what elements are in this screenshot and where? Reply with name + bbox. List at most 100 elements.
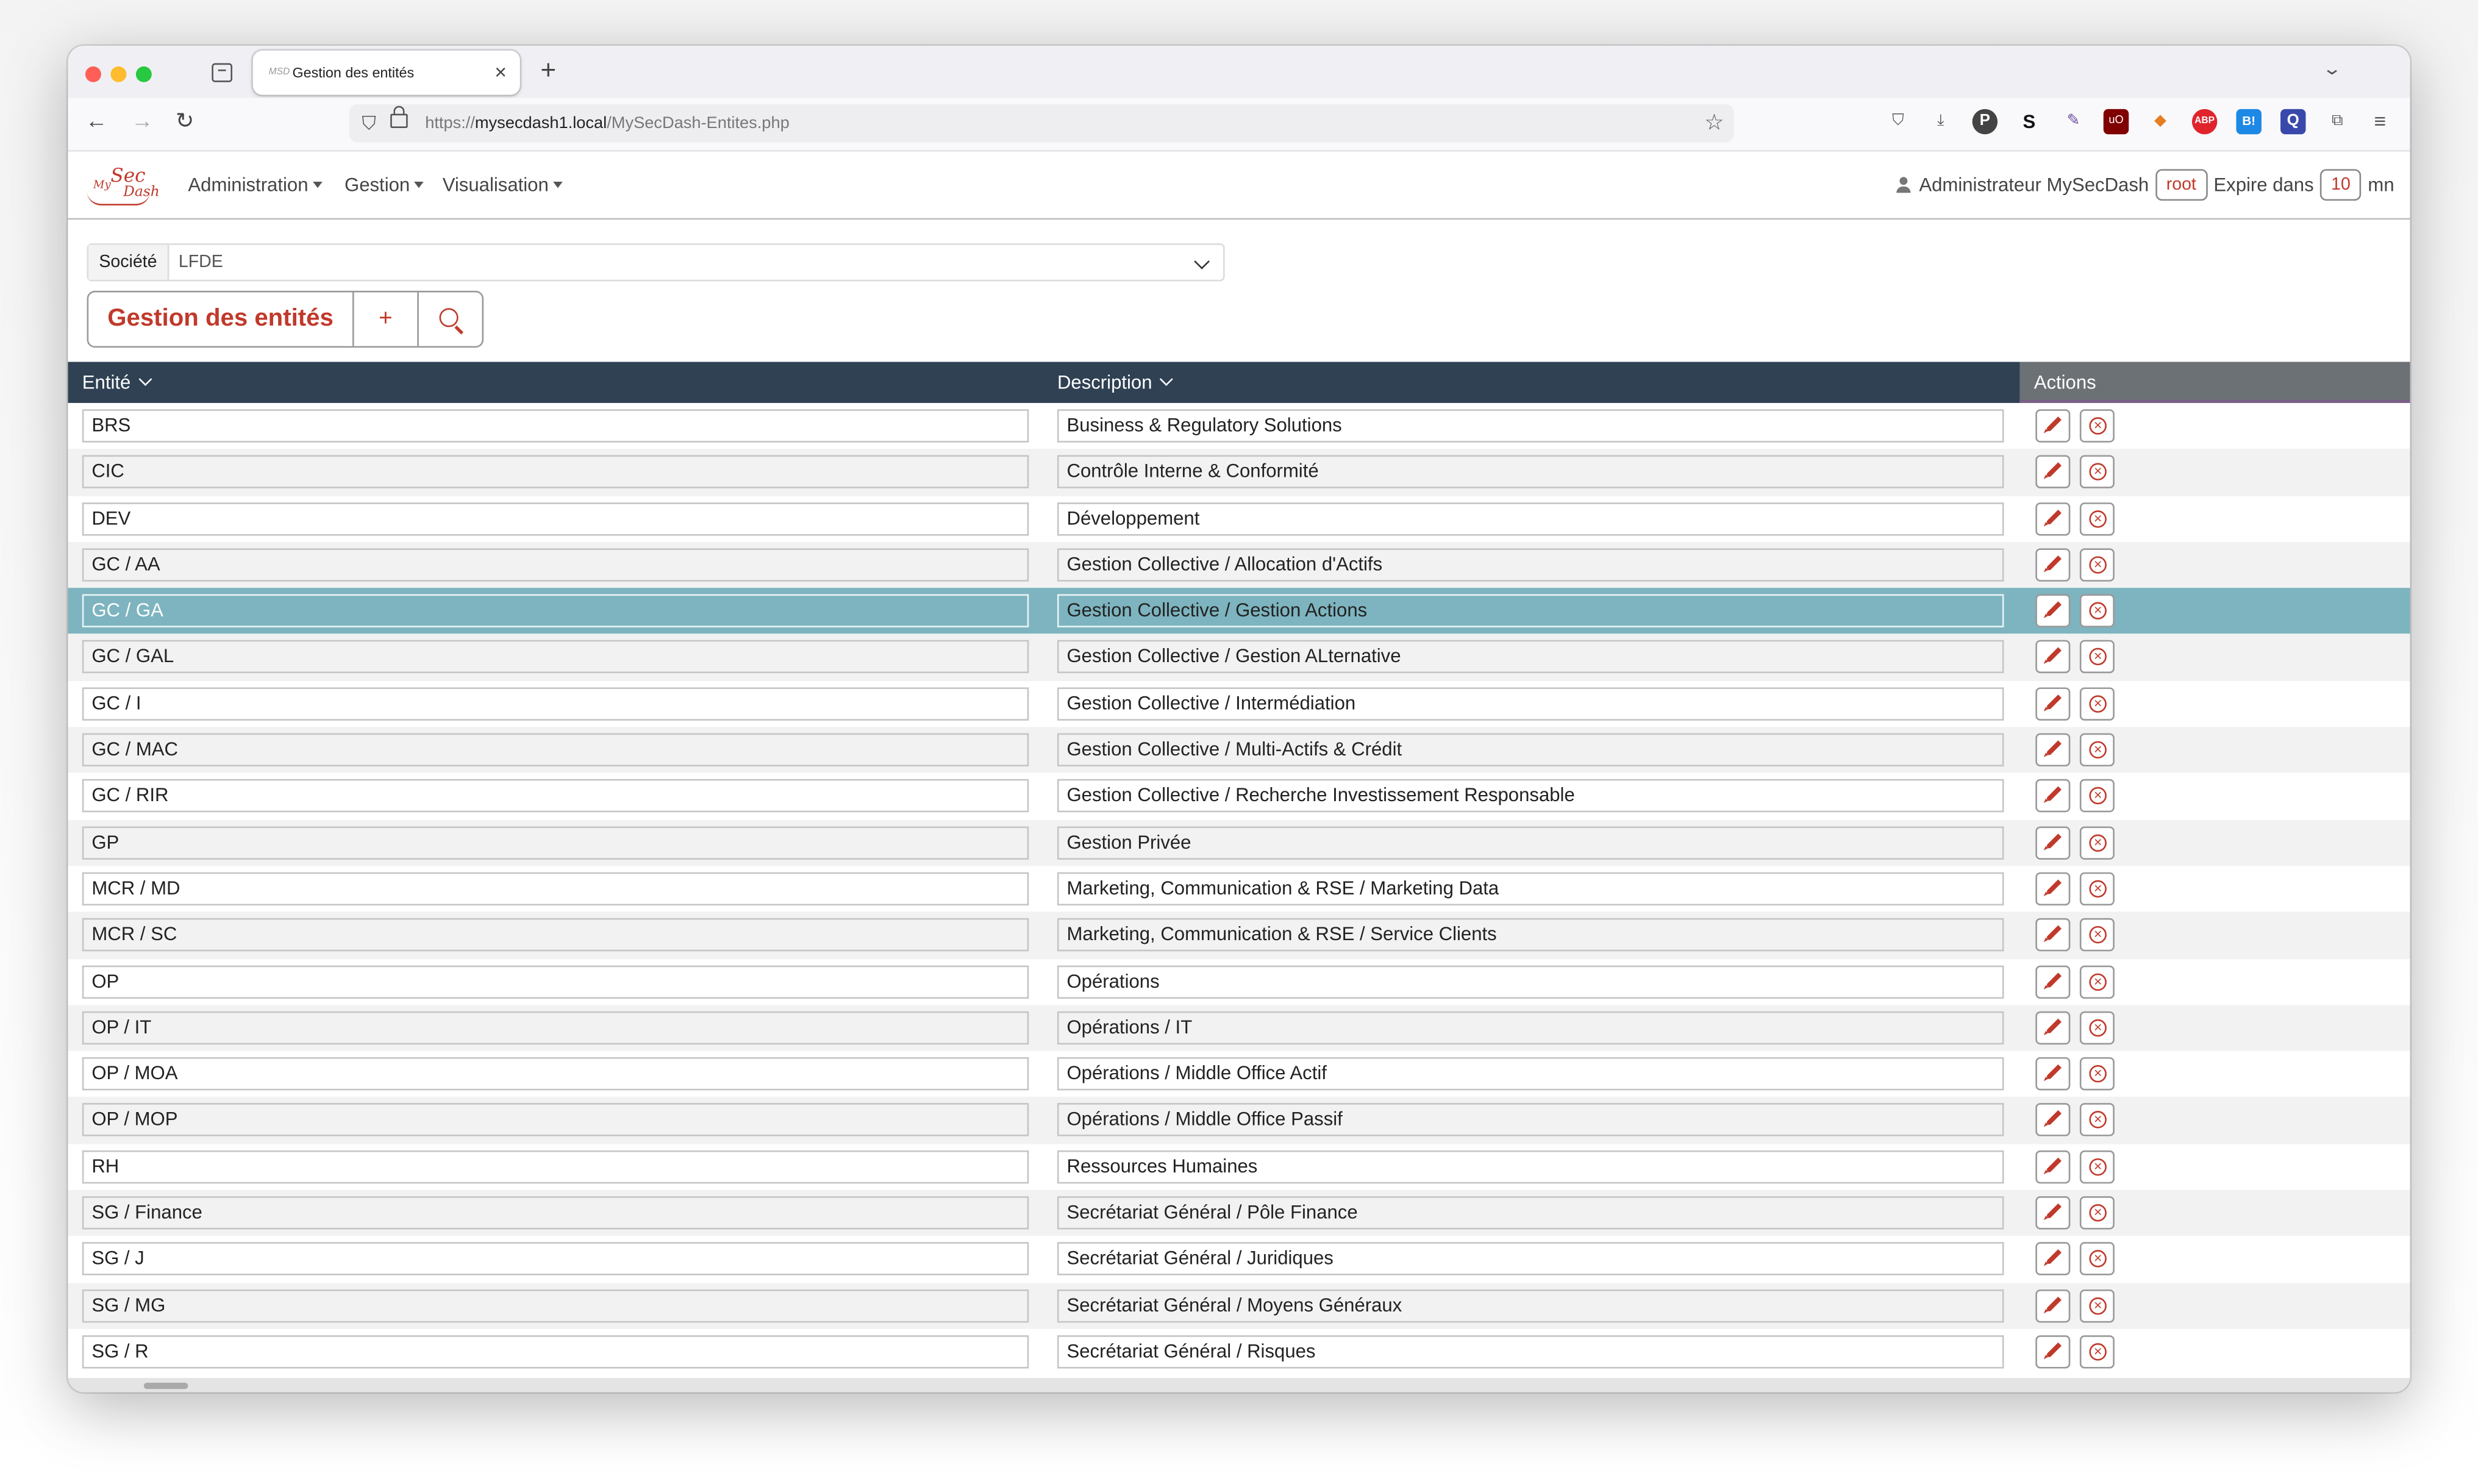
url-text[interactable]: https://mysecdash1.local/MySecDash-Entit… bbox=[425, 114, 790, 133]
zoom-window-button[interactable] bbox=[135, 66, 152, 82]
entity-field[interactable]: SG / Finance bbox=[82, 1196, 1029, 1230]
close-window-button[interactable] bbox=[85, 66, 101, 82]
entity-field[interactable]: RH bbox=[82, 1150, 1029, 1183]
delete-button[interactable]: × bbox=[2079, 965, 2115, 998]
delete-button[interactable]: × bbox=[2079, 1335, 2115, 1369]
edit-button[interactable] bbox=[2035, 548, 2071, 582]
table-row[interactable]: OP / MOA Opérations / Middle Office Actif… bbox=[68, 1051, 2410, 1097]
description-field[interactable]: Développement bbox=[1057, 502, 2004, 535]
fox-icon[interactable]: ◆ bbox=[2148, 109, 2173, 134]
societe-value[interactable]: LFDE bbox=[179, 253, 223, 272]
tab-close-icon[interactable]: × bbox=[495, 60, 507, 84]
table-row[interactable]: OP / IT Opérations / IT × bbox=[68, 1005, 2410, 1051]
edit-button[interactable] bbox=[2035, 640, 2071, 674]
sort-chevron-icon[interactable] bbox=[1159, 373, 1173, 387]
edit-button[interactable] bbox=[2035, 455, 2071, 489]
table-row[interactable]: DEV Développement × bbox=[68, 496, 2410, 542]
entity-field[interactable]: MCR / SC bbox=[82, 918, 1029, 952]
delete-button[interactable]: × bbox=[2079, 455, 2115, 489]
minimize-window-button[interactable] bbox=[110, 66, 127, 82]
puzzle-icon[interactable]: ⧉ bbox=[2325, 109, 2350, 134]
edit-button[interactable] bbox=[2035, 502, 2071, 535]
ublock-icon[interactable]: uO bbox=[2103, 109, 2129, 135]
delete-button[interactable]: × bbox=[2079, 918, 2115, 952]
delete-button[interactable]: × bbox=[2079, 779, 2115, 813]
table-row[interactable]: RH Ressources Humaines × bbox=[68, 1144, 2410, 1190]
bookmark-star-icon[interactable]: ☆ bbox=[1704, 109, 1724, 136]
societe-select[interactable]: Société LFDE bbox=[87, 243, 1225, 282]
description-field[interactable]: Ressources Humaines bbox=[1057, 1150, 2004, 1183]
description-field[interactable]: Business & Regulatory Solutions bbox=[1057, 409, 2004, 443]
description-field[interactable]: Gestion Collective / Recherche Investiss… bbox=[1057, 779, 2004, 813]
description-field[interactable]: Secrétariat Général / Moyens Généraux bbox=[1057, 1289, 2004, 1322]
table-row[interactable]: GP Gestion Privée × bbox=[68, 819, 2410, 866]
description-field[interactable]: Gestion Collective / Allocation d'Actifs bbox=[1057, 548, 2004, 582]
table-row[interactable]: MCR / SC Marketing, Communication & RSE /… bbox=[68, 912, 2410, 959]
entity-field[interactable]: OP / MOA bbox=[82, 1057, 1029, 1091]
table-row[interactable]: BRS Business & Regulatory Solutions × bbox=[68, 403, 2410, 449]
table-row[interactable]: GC / GA Gestion Collective / Gestion Acti… bbox=[68, 588, 2410, 635]
menu-visualisation[interactable]: Visualisation bbox=[443, 174, 563, 196]
column-header-entity[interactable]: Entité bbox=[82, 362, 152, 403]
description-field[interactable]: Gestion Collective / Gestion Actions bbox=[1057, 594, 2004, 628]
delete-button[interactable]: × bbox=[2079, 1011, 2115, 1044]
edit-button[interactable] bbox=[2035, 965, 2071, 998]
table-row[interactable]: GC / GAL Gestion Collective / Gestion ALt… bbox=[68, 634, 2410, 681]
edit-button[interactable] bbox=[2035, 1104, 2071, 1137]
edit-button[interactable] bbox=[2035, 1243, 2071, 1276]
add-entity-button[interactable]: + bbox=[354, 292, 419, 346]
entity-field[interactable]: SG / MG bbox=[82, 1289, 1029, 1322]
edit-button[interactable] bbox=[2035, 918, 2071, 952]
edit-button[interactable] bbox=[2035, 1011, 2071, 1044]
edit-button[interactable] bbox=[2035, 687, 2071, 721]
edit-button[interactable] bbox=[2035, 1057, 2071, 1091]
delete-button[interactable]: × bbox=[2079, 594, 2115, 628]
delete-button[interactable]: × bbox=[2079, 1196, 2115, 1230]
table-row[interactable]: GC / RIR Gestion Collective / Recherche I… bbox=[68, 773, 2410, 819]
table-row[interactable]: SG / MG Secrétariat Général / Moyens Géné… bbox=[68, 1282, 2410, 1329]
table-row[interactable]: SG / Finance Secrétariat Général / Pôle F… bbox=[68, 1190, 2410, 1236]
description-field[interactable]: Opérations / Middle Office Passif bbox=[1057, 1104, 2004, 1137]
entity-field[interactable]: BRS bbox=[82, 409, 1029, 443]
edit-button[interactable] bbox=[2035, 409, 2071, 443]
delete-button[interactable]: × bbox=[2079, 733, 2115, 767]
table-row[interactable]: GC / I Gestion Collective / Intermédiatio… bbox=[68, 681, 2410, 727]
hamburger-menu-icon[interactable]: ≡ bbox=[2368, 109, 2393, 134]
description-field[interactable]: Marketing, Communication & RSE / Service… bbox=[1057, 918, 2004, 952]
description-field[interactable]: Gestion Privée bbox=[1057, 826, 2004, 860]
edit-button[interactable] bbox=[2035, 1289, 2071, 1322]
description-field[interactable]: Secrétariat Général / Pôle Finance bbox=[1057, 1196, 2004, 1230]
delete-button[interactable]: × bbox=[2079, 1057, 2115, 1091]
table-row[interactable]: MCR / MD Marketing, Communication & RSE /… bbox=[68, 866, 2410, 912]
scrollbar-thumb[interactable] bbox=[143, 1382, 188, 1389]
entity-field[interactable]: OP / MOP bbox=[82, 1104, 1029, 1137]
tab-active[interactable]: MSD Gestion des entités × bbox=[252, 50, 520, 95]
delete-button[interactable]: × bbox=[2079, 1150, 2115, 1183]
table-row[interactable]: SG / R Secrétariat Général / Risques × bbox=[68, 1329, 2410, 1375]
description-field[interactable]: Gestion Collective / Gestion ALternative bbox=[1057, 640, 2004, 674]
entity-field[interactable]: GP bbox=[82, 826, 1029, 860]
forward-arrow-icon[interactable]: → bbox=[131, 107, 153, 132]
description-field[interactable]: Contrôle Interne & Conformité bbox=[1057, 455, 2004, 489]
pen-icon[interactable]: ✎ bbox=[2061, 109, 2086, 134]
edit-button[interactable] bbox=[2035, 1335, 2071, 1369]
entity-field[interactable]: GC / AA bbox=[82, 548, 1029, 582]
edit-button[interactable] bbox=[2035, 826, 2071, 860]
edit-button[interactable] bbox=[2035, 594, 2071, 628]
entity-field[interactable]: SG / J bbox=[82, 1243, 1029, 1276]
description-field[interactable]: Opérations / IT bbox=[1057, 1011, 2004, 1044]
delete-button[interactable]: × bbox=[2079, 1243, 2115, 1276]
entity-field[interactable]: GC / MAC bbox=[82, 733, 1029, 767]
entity-field[interactable]: GC / RIR bbox=[82, 779, 1029, 813]
description-field[interactable]: Gestion Collective / Multi-Actifs & Créd… bbox=[1057, 733, 2004, 767]
description-field[interactable]: Opérations / Middle Office Actif bbox=[1057, 1057, 2004, 1091]
entity-field[interactable]: CIC bbox=[82, 455, 1029, 489]
delete-button[interactable]: × bbox=[2079, 502, 2115, 535]
entity-field[interactable]: OP bbox=[82, 965, 1029, 998]
entity-field[interactable]: MCR / MD bbox=[82, 872, 1029, 906]
edit-button[interactable] bbox=[2035, 872, 2071, 906]
delete-button[interactable]: × bbox=[2079, 409, 2115, 443]
delete-button[interactable]: × bbox=[2079, 872, 2115, 906]
delete-button[interactable]: × bbox=[2079, 687, 2115, 721]
user-login-badge[interactable]: root bbox=[2155, 169, 2208, 201]
